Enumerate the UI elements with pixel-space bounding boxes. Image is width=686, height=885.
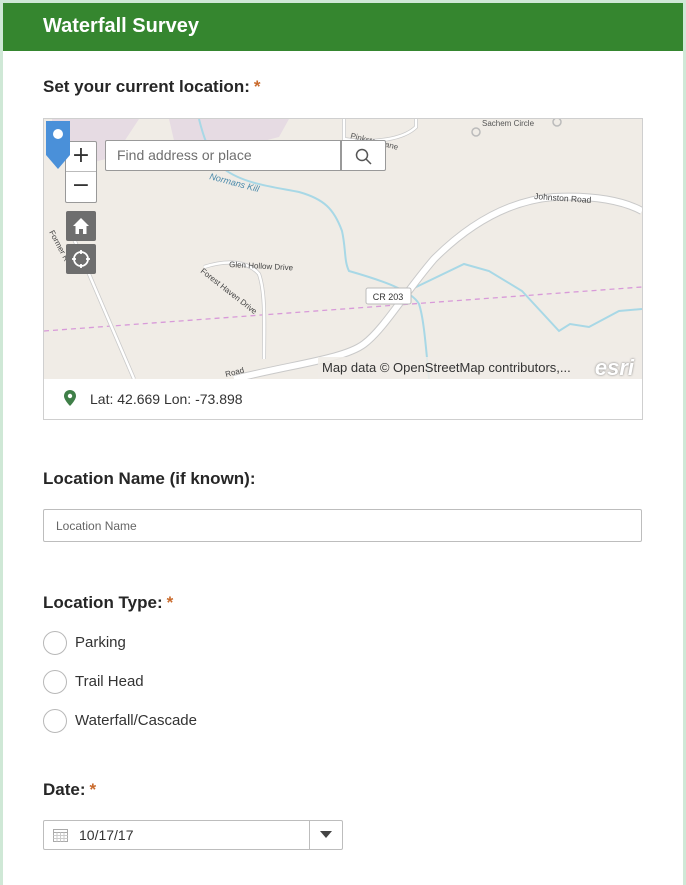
coordinates-row: Lat: 42.669 Lon: -73.898: [44, 379, 642, 419]
radio-label: Trail Head: [75, 673, 144, 690]
radio-button[interactable]: [43, 631, 67, 655]
coordinates-text: Lat: 42.669 Lon: -73.898: [90, 391, 243, 407]
locate-button[interactable]: [66, 244, 96, 274]
chevron-down-icon: [320, 831, 332, 838]
esri-logo: esri: [594, 355, 634, 379]
radio-option-parking[interactable]: Parking: [43, 631, 343, 655]
date-label: Date: *: [43, 780, 96, 800]
date-value: 10/17/17: [79, 827, 134, 843]
survey-form: Waterfall Survey Set your current locati…: [3, 3, 683, 885]
radio-label: Parking: [75, 634, 126, 651]
radio-button[interactable]: [43, 709, 67, 733]
location-question-label: Set your current location: *: [43, 77, 261, 97]
main-road-casing: [233, 192, 642, 379]
form-header: Waterfall Survey: [3, 3, 683, 51]
radio-label: Waterfall/Cascade: [75, 712, 197, 729]
radio-button[interactable]: [43, 670, 67, 694]
home-icon: [73, 218, 89, 234]
calendar-icon: [53, 829, 68, 842]
location-type-text: Location Type:: [43, 593, 163, 612]
date-dropdown-button[interactable]: [309, 821, 342, 849]
map-widget: Pinkster Lane Sachem Circle Normans Kill…: [43, 118, 643, 420]
main-road: [233, 193, 642, 379]
radio-option-waterfall-cascade[interactable]: Waterfall/Cascade: [43, 709, 343, 733]
map-attribution: Map data © OpenStreetMap contributors,..…: [318, 357, 642, 379]
map-search-button[interactable]: [341, 140, 386, 171]
location-pin-icon: [64, 390, 76, 406]
poi-marker: [471, 127, 481, 137]
location-name-text: Location Name (if known):: [43, 469, 256, 488]
date-text: Date:: [43, 780, 86, 799]
label-glen-hollow-drive: Glen Hollow Drive: [229, 260, 294, 272]
required-marker: *: [166, 593, 174, 612]
location-name-input[interactable]: [43, 509, 642, 542]
stream: [411, 262, 642, 333]
required-marker: *: [89, 780, 97, 799]
map-pin-icon[interactable]: [44, 119, 72, 171]
location-question-text: Set your current location:: [43, 77, 250, 96]
location-name-label: Location Name (if known):: [43, 469, 256, 489]
attribution-text: Map data © OpenStreetMap contributors,..…: [322, 360, 571, 375]
label-sachem-circle: Sachem Circle: [482, 119, 535, 128]
radio-option-trail-head[interactable]: Trail Head: [43, 670, 343, 694]
map-search-input[interactable]: [105, 140, 341, 171]
location-type-label: Location Type: *: [43, 593, 173, 613]
poi-marker: [552, 119, 562, 127]
required-marker: *: [253, 77, 261, 96]
label-forest-haven-drive: Forest Haven Drive: [199, 266, 259, 316]
search-icon: [355, 148, 372, 165]
date-picker[interactable]: 10/17/17: [43, 820, 343, 850]
zoom-out-button[interactable]: −: [66, 172, 96, 201]
map-canvas[interactable]: Pinkster Lane Sachem Circle Normans Kill…: [44, 119, 642, 379]
locate-icon: [72, 250, 90, 268]
label-cr203: CR 203: [373, 292, 404, 302]
form-title: Waterfall Survey: [43, 15, 199, 37]
home-button[interactable]: [66, 211, 96, 241]
